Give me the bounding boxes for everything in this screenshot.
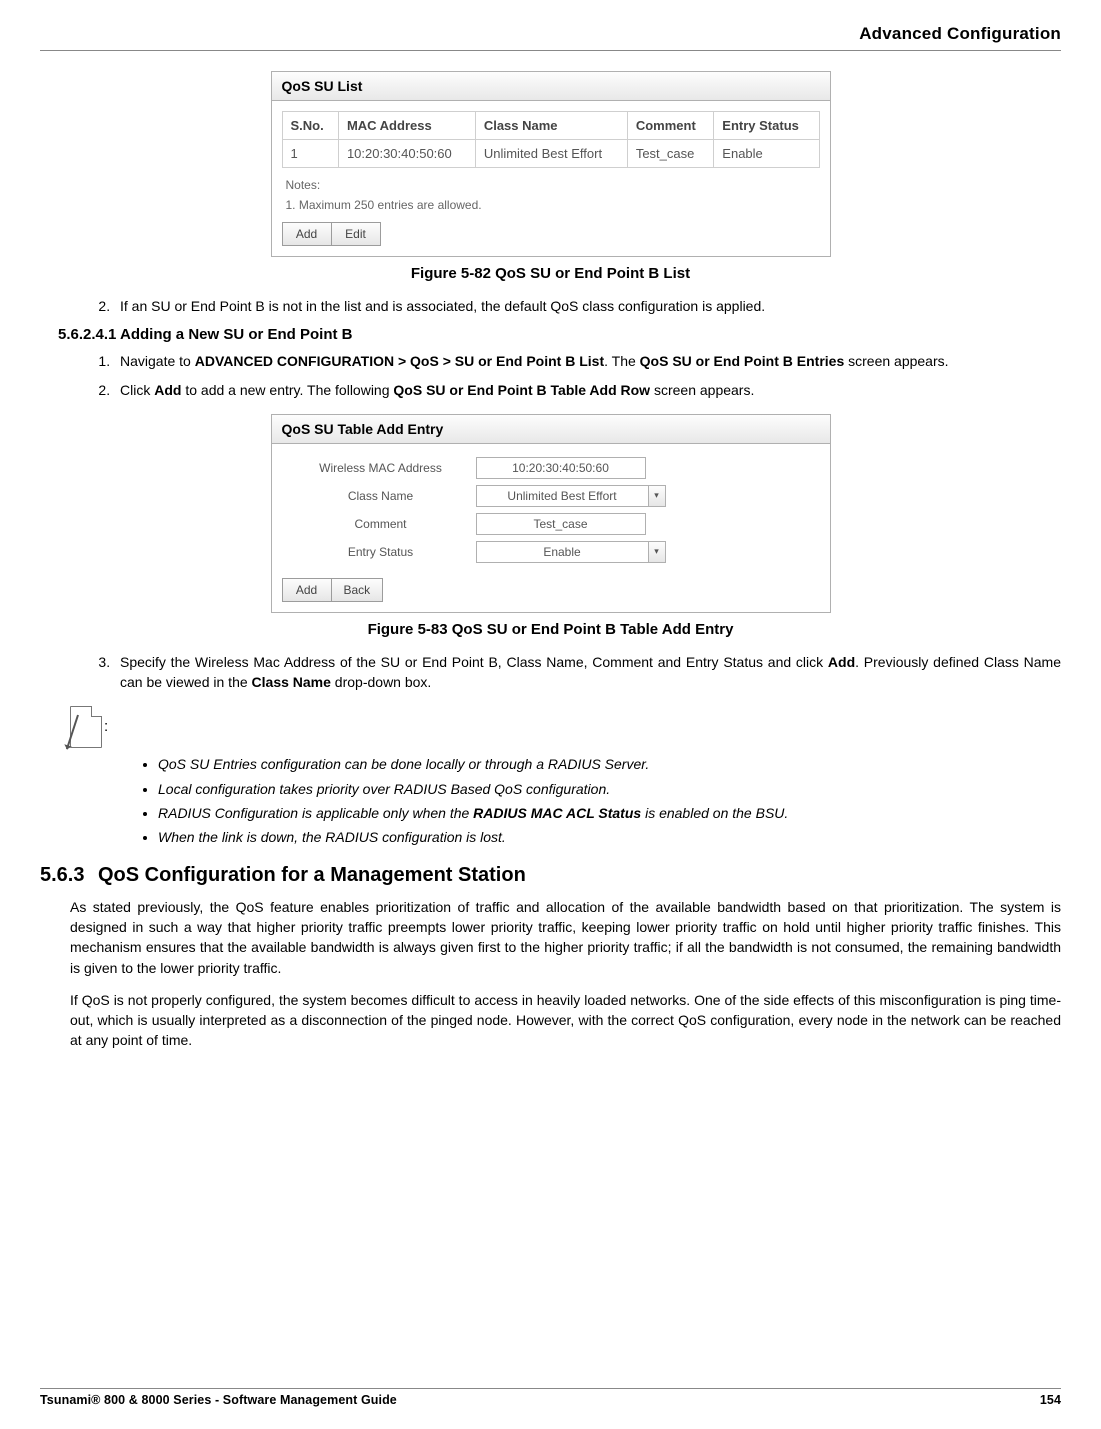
col-status: Entry Status (714, 112, 819, 140)
step-2: If an SU or End Point B is not in the li… (114, 296, 1061, 316)
t: to add a new entry. The following (181, 382, 393, 398)
t: screen appears. (844, 353, 948, 369)
t: Click (120, 382, 154, 398)
row-class: Class Name Unlimited Best Effort ▾ (272, 482, 830, 510)
notes-line: 1. Maximum 250 entries are allowed. (272, 198, 830, 218)
t: RADIUS Configuration is applicable only … (158, 805, 473, 821)
paragraph: If QoS is not properly configured, the s… (70, 990, 1061, 1051)
col-mac: MAC Address (338, 112, 475, 140)
cell-comment: Test_case (627, 140, 713, 168)
t: QoS SU or End Point B Entries (640, 353, 845, 369)
heading-5-6-2-4-1: 5.6.2.4.1 Adding a New SU or End Point B (58, 326, 1061, 343)
panel-title: QoS SU Table Add Entry (272, 415, 830, 444)
cell-class: Unlimited Best Effort (475, 140, 627, 168)
paragraph: As stated previously, the QoS feature en… (70, 897, 1061, 978)
col-comment: Comment (627, 112, 713, 140)
page-footer: Tsunami® 800 & 8000 Series - Software Ma… (40, 1388, 1061, 1407)
input-comment[interactable]: Test_case (476, 513, 646, 535)
label-comment: Comment (286, 517, 476, 531)
t: Add (828, 654, 855, 670)
note-item: When the link is down, the RADIUS config… (158, 827, 1061, 847)
cell-mac: 10:20:30:40:50:60 (338, 140, 475, 168)
step-3: Specify the Wireless Mac Address of the … (114, 652, 1061, 693)
edit-button[interactable]: Edit (331, 222, 381, 246)
heading-5-6-3: 5.6.3QoS Configuration for a Management … (40, 864, 1061, 887)
t: RADIUS MAC ACL Status (473, 805, 641, 821)
figure-caption: Figure 5-83 QoS SU or End Point B Table … (40, 621, 1061, 638)
footer-page-number: 154 (1040, 1393, 1061, 1407)
back-button[interactable]: Back (331, 578, 384, 602)
note-item: Local configuration takes priority over … (158, 779, 1061, 799)
step-2b: Click Add to add a new entry. The follow… (114, 380, 1061, 400)
t: Navigate to (120, 353, 195, 369)
row-comment: Comment Test_case (272, 510, 830, 538)
select-status[interactable]: Enable (476, 541, 649, 563)
add-button[interactable]: Add (282, 222, 332, 246)
t: is enabled on the BSU. (641, 805, 788, 821)
footer-rule (40, 1388, 1061, 1389)
panel-title: QoS SU List (272, 72, 830, 101)
figure-5-83: QoS SU Table Add Entry Wireless MAC Addr… (40, 414, 1061, 638)
chevron-down-icon[interactable]: ▾ (648, 485, 666, 507)
input-mac[interactable]: 10:20:30:40:50:60 (476, 457, 646, 479)
figure-caption: Figure 5-82 QoS SU or End Point B List (40, 265, 1061, 282)
label-mac: Wireless MAC Address (286, 461, 476, 475)
select-class[interactable]: Unlimited Best Effort (476, 485, 649, 507)
add-button[interactable]: Add (282, 578, 332, 602)
col-sno: S.No. (282, 112, 338, 140)
t: ADVANCED CONFIGURATION > QoS > SU or End… (195, 353, 604, 369)
heading-number: 5.6.3 (40, 864, 98, 887)
qos-su-add-panel: QoS SU Table Add Entry Wireless MAC Addr… (271, 414, 831, 613)
qos-su-list-panel: QoS SU List S.No. MAC Address Class Name… (271, 71, 831, 257)
footer-left: Tsunami® 800 & 8000 Series - Software Ma… (40, 1393, 397, 1407)
cell-status: Enable (714, 140, 819, 168)
cell-sno: 1 (282, 140, 338, 168)
t: Specify the Wireless Mac Address of the … (120, 654, 828, 670)
note-block: : QoS SU Entries configuration can be do… (70, 706, 1061, 847)
label-status: Entry Status (286, 545, 476, 559)
note-item: RADIUS Configuration is applicable only … (158, 803, 1061, 823)
page-header: Advanced Configuration (40, 24, 1061, 50)
note-icon (70, 706, 102, 748)
t: screen appears. (650, 382, 754, 398)
t: . The (604, 353, 640, 369)
t: Add (154, 382, 181, 398)
notes-label: Notes: (272, 178, 830, 198)
step-1: Navigate to ADVANCED CONFIGURATION > QoS… (114, 351, 1061, 371)
t: Class Name (252, 674, 331, 690)
t: QoS SU or End Point B Table Add Row (393, 382, 650, 398)
row-status: Entry Status Enable ▾ (272, 538, 830, 566)
table-header-row: S.No. MAC Address Class Name Comment Ent… (282, 112, 819, 140)
label-class: Class Name (286, 489, 476, 503)
row-mac: Wireless MAC Address 10:20:30:40:50:60 (272, 454, 830, 482)
table-row: 1 10:20:30:40:50:60 Unlimited Best Effor… (282, 140, 819, 168)
qos-su-list-table: S.No. MAC Address Class Name Comment Ent… (282, 111, 820, 168)
col-class: Class Name (475, 112, 627, 140)
heading-text: QoS Configuration for a Management Stati… (98, 864, 526, 886)
chevron-down-icon[interactable]: ▾ (648, 541, 666, 563)
note-item: QoS SU Entries configuration can be done… (158, 754, 1061, 774)
step-2-text: If an SU or End Point B is not in the li… (120, 298, 765, 314)
note-colon: : (104, 718, 108, 735)
figure-5-82: QoS SU List S.No. MAC Address Class Name… (40, 71, 1061, 282)
t: drop-down box. (331, 674, 431, 690)
header-rule (40, 50, 1061, 51)
